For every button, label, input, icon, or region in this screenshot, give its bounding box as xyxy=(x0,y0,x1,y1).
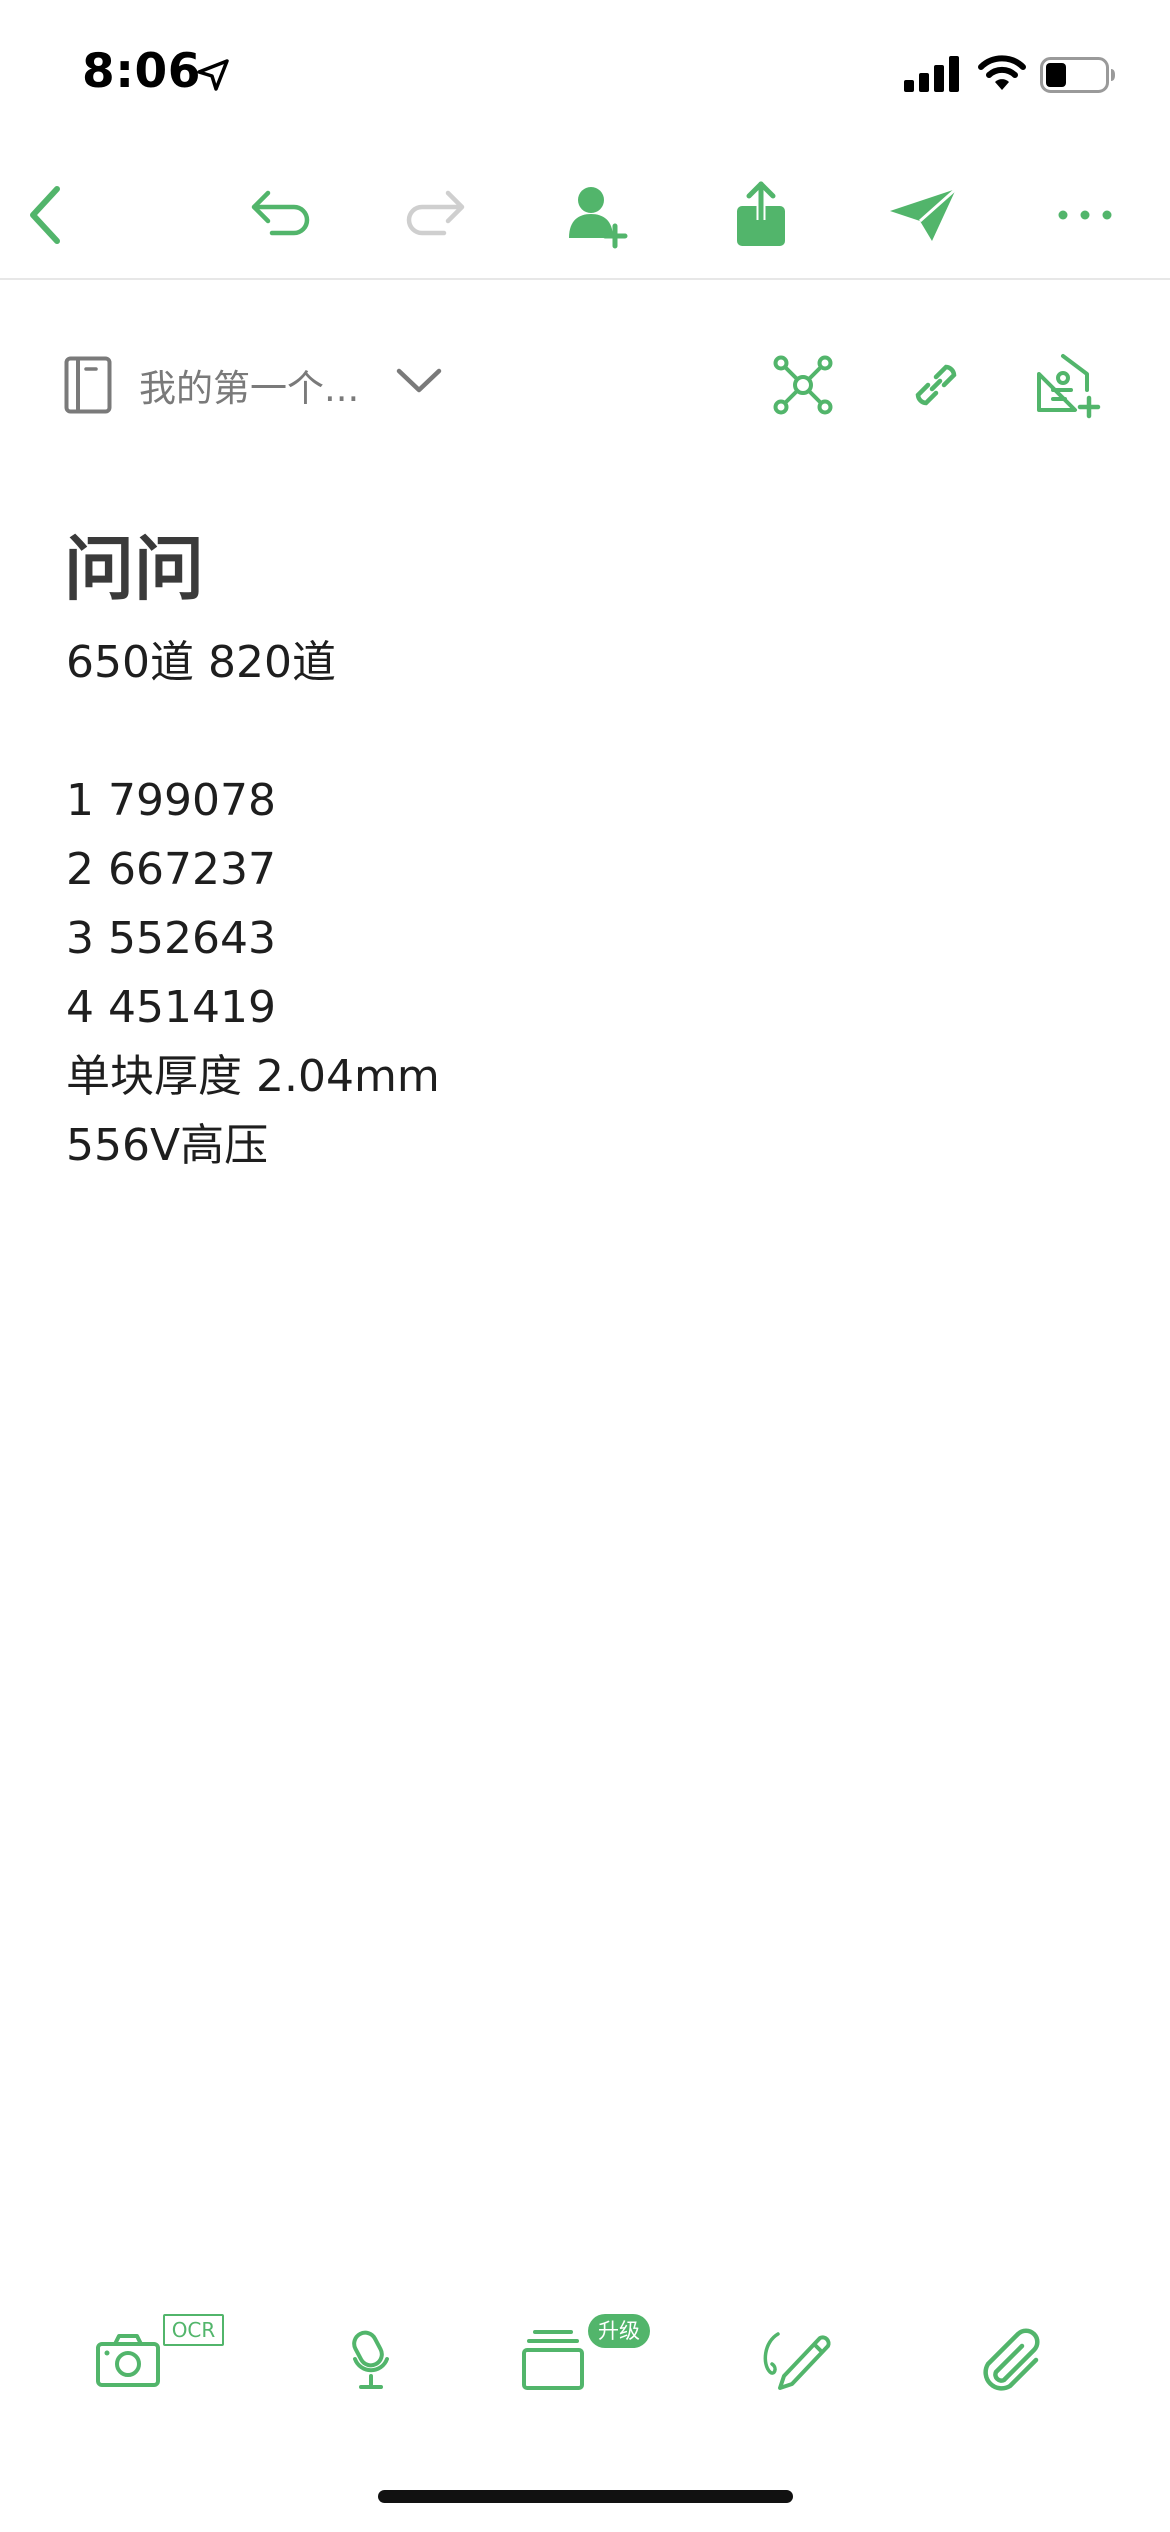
send-button[interactable] xyxy=(878,170,968,260)
more-button[interactable] xyxy=(1040,170,1130,260)
home-indicator[interactable] xyxy=(378,2490,793,2503)
note-line: 556V高压 xyxy=(66,1120,269,1171)
upgrade-badge[interactable]: 升级 xyxy=(588,2314,650,2348)
note-body[interactable]: 650道 820道 1 799078 2 667237 3 552643 4 4… xyxy=(66,628,1066,1180)
redo-button[interactable] xyxy=(393,170,483,260)
note-line: 1 799078 xyxy=(66,775,276,826)
mind-map-icon xyxy=(773,355,833,415)
attach-file-button[interactable] xyxy=(952,2300,1072,2420)
add-person-icon xyxy=(565,182,631,249)
share-button[interactable] xyxy=(716,170,806,260)
note-line xyxy=(66,697,1066,766)
location-arrow-icon xyxy=(196,58,230,92)
sketch-button[interactable] xyxy=(736,2300,856,2420)
notebook-selector[interactable]: 我的第一个... xyxy=(139,358,359,412)
chevron-down-icon[interactable] xyxy=(396,368,442,394)
audio-record-button[interactable] xyxy=(312,2300,432,2420)
notebook-icon xyxy=(64,356,112,414)
status-time: 8:06 xyxy=(82,44,201,99)
pen-icon xyxy=(760,2328,832,2392)
share-icon xyxy=(733,181,789,248)
back-button[interactable] xyxy=(0,170,90,260)
mind-map-button[interactable] xyxy=(763,345,843,425)
redo-icon xyxy=(406,185,468,245)
undo-icon xyxy=(248,185,310,245)
paperclip-icon xyxy=(980,2328,1044,2392)
note-line: 4 451419 xyxy=(66,982,276,1033)
note-title[interactable]: 问问 xyxy=(64,513,204,614)
note-line: 650道 820道 xyxy=(66,637,336,688)
note-toolbar xyxy=(0,150,1170,280)
wifi-icon xyxy=(978,54,1026,92)
more-icon xyxy=(1057,209,1113,221)
note-line: 3 552643 xyxy=(66,913,276,964)
link-icon xyxy=(906,355,966,415)
battery-icon xyxy=(1040,57,1116,93)
undo-button[interactable] xyxy=(233,170,323,260)
add-tag-button[interactable] xyxy=(1028,345,1108,425)
note-line: 单块厚度 2.04mm xyxy=(66,1051,440,1102)
add-tag-icon xyxy=(1035,352,1101,419)
camera-icon xyxy=(95,2332,161,2388)
link-button[interactable] xyxy=(896,345,976,425)
note-line: 2 667237 xyxy=(66,844,276,895)
cards-icon xyxy=(521,2328,585,2392)
back-icon xyxy=(25,185,65,245)
add-collaborator-button[interactable] xyxy=(553,170,643,260)
ocr-badge: OCR xyxy=(163,2314,224,2346)
cellular-signal-icon xyxy=(904,56,960,92)
send-icon xyxy=(888,187,958,243)
microphone-icon xyxy=(347,2329,397,2391)
